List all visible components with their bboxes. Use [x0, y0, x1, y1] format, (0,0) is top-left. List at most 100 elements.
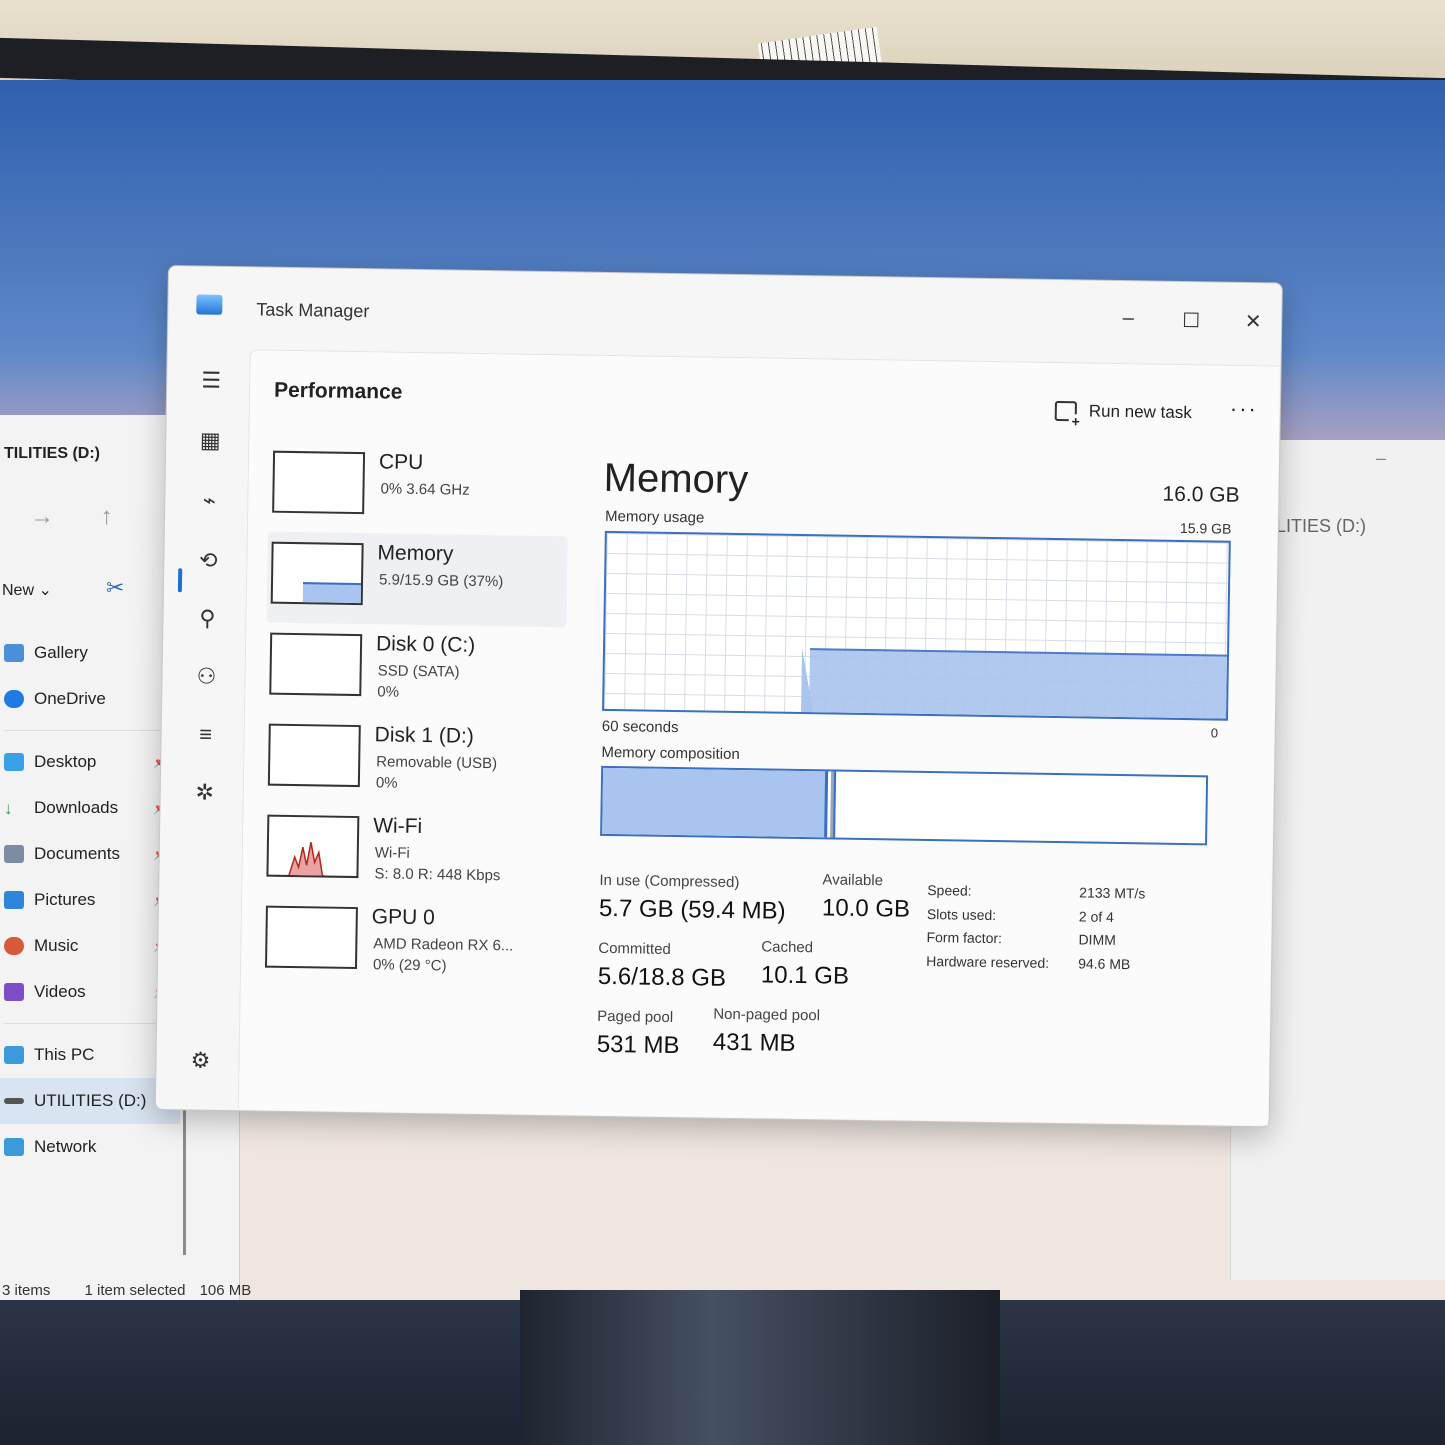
stat-in-use: In use (Compressed) 5.7 GB (59.4 MB)	[599, 872, 787, 926]
minimize-button[interactable]: –	[1113, 307, 1143, 330]
spec-label: Form factor:	[926, 928, 1003, 947]
cloud-icon	[4, 690, 24, 708]
nav-item-label: Documents	[34, 844, 120, 863]
nav-item-network[interactable]: Network	[0, 1124, 180, 1170]
explorer-nav-buttons: → ↑	[30, 503, 153, 531]
nav-item-utilities-drive[interactable]: UTILITIES (D:)	[0, 1078, 180, 1124]
new-button-label: New	[2, 582, 35, 599]
device-gpu-0[interactable]: GPU 0 AMD Radeon RX 6... 0% (29 °C)	[261, 896, 562, 992]
pictures-icon	[4, 891, 24, 909]
nav-item-this-pc[interactable]: This PC	[0, 1032, 180, 1078]
device-detail-line: AMD Radeon RX 6...	[373, 935, 514, 955]
app-history-icon[interactable]: ⟲	[194, 546, 222, 574]
stat-paged-pool: Paged pool 531 MB	[597, 1008, 681, 1060]
spec-label: Speed:	[927, 882, 972, 899]
active-indicator	[177, 568, 183, 593]
nav-item-onedrive[interactable]: OneDrive	[0, 676, 180, 722]
stat-value: 5.6/18.8 GB	[597, 962, 727, 992]
page-title: Performance	[273, 378, 403, 404]
memory-thumbnail-graph	[270, 541, 364, 606]
task-manager-logo-icon	[196, 294, 223, 315]
device-name: CPU	[378, 450, 424, 475]
services-icon[interactable]: ✲	[190, 778, 218, 806]
performance-icon[interactable]: ⌁	[195, 486, 223, 514]
status-size: 106 MB	[199, 1282, 252, 1299]
maximize-button[interactable]: ☐	[1176, 308, 1206, 333]
startup-apps-icon[interactable]: ⚲	[193, 604, 221, 632]
desktop-icon	[4, 753, 24, 771]
spec-row: Slots used: 2 of 4	[927, 903, 1145, 930]
up-arrow-icon[interactable]: ↑	[101, 503, 113, 530]
navigation-rail: ☰ ▦ ⌁ ⟲ ⚲ ⚇ ≡ ✲ ⚙	[156, 346, 248, 1107]
device-name: Disk 0 (C:)	[375, 632, 476, 657]
network-icon	[4, 1138, 24, 1156]
hamburger-menu-icon[interactable]: ☰	[197, 366, 225, 394]
memory-composition-label: Memory composition	[601, 743, 740, 764]
device-detail: Wi-Fi S: 8.0 R: 448 Kbps	[374, 842, 501, 886]
device-name: Memory	[377, 541, 454, 566]
memory-specs: Speed: 2133 MT/s Slots used: 2 of 4 Form f…	[926, 879, 1146, 976]
stat-label: Cached	[761, 938, 814, 957]
more-options-button[interactable]: ···	[1230, 396, 1258, 422]
disk0-thumbnail-graph	[269, 632, 363, 697]
nav-item-videos[interactable]: Videos📌	[0, 969, 180, 1015]
memory-usage-graph	[602, 530, 1231, 721]
device-disk-0[interactable]: Disk 0 (C:) SSD (SATA) 0%	[265, 623, 566, 719]
processes-icon[interactable]: ▦	[196, 426, 224, 454]
nav-item-label: Music	[34, 936, 79, 955]
task-manager-window: Task Manager – ☐ ✕ ☰ ▦ ⌁ ⟲ ⚲ ⚇ ≡ ✲ ⚙ Per…	[154, 265, 1283, 1128]
stat-value: 10.1 GB	[760, 961, 850, 990]
spec-label: Hardware reserved:	[926, 952, 1050, 971]
stat-label: Paged pool	[597, 1007, 674, 1027]
nav-item-label: This PC	[34, 1045, 95, 1064]
close-button[interactable]: ✕	[1238, 309, 1268, 334]
settings-gear-icon[interactable]: ⚙	[186, 1046, 214, 1074]
stat-value: 5.7 GB (59.4 MB)	[598, 894, 786, 925]
nav-item-gallery[interactable]: Gallery	[0, 630, 180, 676]
cpu-thumbnail-graph	[272, 450, 366, 515]
new-button[interactable]: New ⌄	[2, 580, 52, 600]
spec-row: Hardware reserved: 94.6 MB	[926, 949, 1144, 976]
run-new-task-button[interactable]: Run new task	[1054, 400, 1192, 423]
minimize-icon[interactable]: –	[1376, 448, 1386, 469]
memory-usage-area	[809, 648, 1228, 719]
device-memory[interactable]: Memory 5.9/15.9 GB (37%)	[266, 531, 568, 628]
spec-value: 2133 MT/s	[1079, 884, 1146, 902]
nav-item-label: UTILITIES (D:)	[34, 1091, 147, 1110]
spec-row: Speed: 2133 MT/s	[927, 879, 1145, 906]
nav-item-pictures[interactable]: Pictures📌	[0, 877, 180, 923]
nav-item-label: Videos	[34, 982, 86, 1001]
device-detail-line: SSD (SATA)	[377, 662, 460, 681]
spec-row: Form factor: DIMM	[926, 926, 1144, 953]
title-bar[interactable]: Task Manager – ☐ ✕	[168, 266, 1282, 361]
device-detail-line: 0% (29 °C)	[372, 956, 447, 975]
device-cpu[interactable]: CPU 0% 3.64 GHz	[268, 441, 569, 537]
nav-item-downloads[interactable]: ↓Downloads📌	[0, 785, 180, 831]
window-title: Task Manager	[256, 299, 370, 322]
cut-icon[interactable]: ✂	[106, 575, 124, 601]
nav-item-documents[interactable]: Documents📌	[0, 831, 180, 877]
device-detail-line: S: 8.0 R: 448 Kbps	[374, 865, 501, 885]
device-wifi[interactable]: Wi-Fi Wi-Fi S: 8.0 R: 448 Kbps	[262, 805, 563, 901]
nav-divider	[4, 1023, 164, 1024]
spec-value: 94.6 MB	[1078, 954, 1131, 972]
device-detail-line: 0%	[375, 774, 398, 792]
users-icon[interactable]: ⚇	[192, 662, 220, 690]
device-name: Disk 1 (D:)	[374, 723, 474, 748]
stat-non-paged-pool: Non-paged pool 431 MB	[713, 1006, 821, 1059]
disk1-thumbnail-graph	[267, 723, 361, 788]
nav-item-desktop[interactable]: Desktop📌	[0, 739, 180, 785]
forward-arrow-icon[interactable]: →	[30, 503, 54, 530]
details-icon[interactable]: ≡	[191, 720, 219, 748]
composition-modified[interactable]	[830, 771, 837, 838]
device-disk-1[interactable]: Disk 1 (D:) Removable (USB) 0%	[264, 714, 565, 810]
device-detail: 5.9/15.9 GB (37%)	[378, 571, 504, 591]
nav-item-music[interactable]: Music📌	[0, 923, 180, 969]
nav-item-label: Downloads	[34, 798, 119, 817]
computer-icon	[4, 1046, 24, 1064]
performance-content: Performance Run new task ··· CPU 0% 3.64…	[237, 349, 1280, 1126]
stat-value: 431 MB	[712, 1028, 796, 1057]
composition-in-use[interactable]	[602, 767, 829, 838]
device-detail: Removable (USB) 0%	[376, 751, 498, 795]
device-detail-line: Wi-Fi	[374, 844, 410, 862]
